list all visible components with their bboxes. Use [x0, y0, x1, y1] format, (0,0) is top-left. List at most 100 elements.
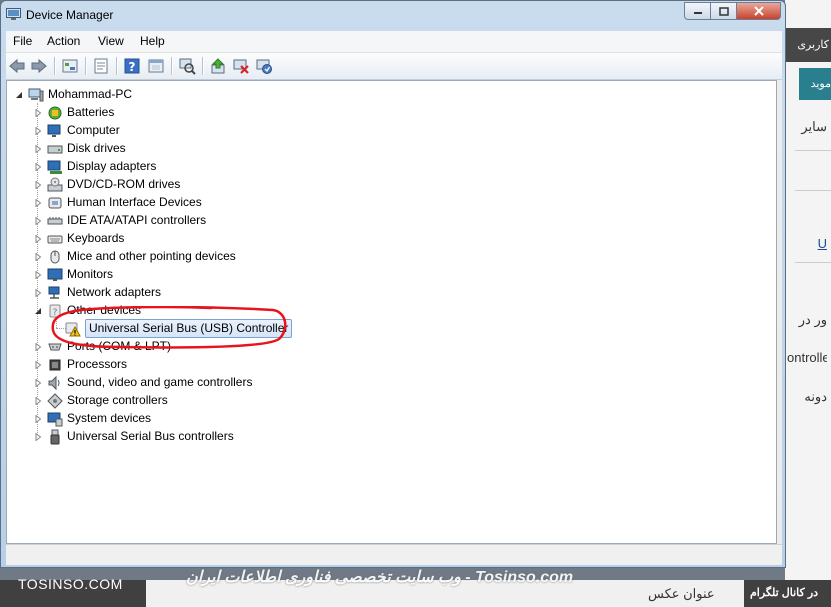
close-button[interactable]: [737, 2, 781, 20]
update-driver-icon[interactable]: [209, 57, 227, 75]
red-annotation-ellipse: [51, 306, 287, 349]
web-text: ontroller: [787, 350, 827, 365]
tree-item[interactable]: Sound, video and game controllers: [34, 374, 252, 391]
expand-arrow-icon[interactable]: [34, 270, 42, 279]
properties-icon[interactable]: [92, 57, 110, 75]
uninstall-icon[interactable]: [232, 57, 250, 75]
tree-item[interactable]: Universal Serial Bus controllers: [34, 428, 234, 445]
tree-item[interactable]: Keyboards: [34, 230, 124, 247]
processor-icon: [49, 359, 61, 370]
tree-item[interactable]: Display adapters: [34, 158, 156, 175]
tree-item-label: Human Interface Devices: [67, 195, 202, 209]
tree-item[interactable]: DVD/CD-ROM drives: [34, 176, 180, 193]
tree-item[interactable]: Computer: [34, 122, 120, 139]
back-icon[interactable]: [8, 57, 26, 75]
web-top-text: كاربری: [797, 39, 829, 51]
toolbar-separator: [54, 57, 56, 75]
menu-view[interactable]: View: [98, 34, 124, 48]
menu-help[interactable]: Help: [140, 34, 165, 48]
web-link[interactable]: U: [787, 236, 827, 251]
disk-drive-icon: [47, 145, 63, 153]
web-top-bar: كاربری: [785, 28, 831, 62]
tree-item[interactable]: IDE ATA/ATAPI controllers: [34, 212, 206, 229]
window-title: Device Manager: [26, 8, 114, 22]
expand-arrow-icon[interactable]: [34, 162, 42, 171]
tree-item-label: Batteries: [67, 105, 115, 119]
tree-item[interactable]: Processors: [34, 356, 127, 373]
tree-item-label: Processors: [67, 357, 128, 371]
storage-controller-icon: [47, 392, 63, 409]
tree-item-label: Mice and other pointing devices: [67, 249, 236, 263]
expand-arrow-icon[interactable]: [34, 180, 42, 189]
expand-arrow-icon[interactable]: [34, 108, 42, 117]
toolbar: ?: [6, 53, 782, 80]
system-devices-icon: [47, 412, 63, 426]
title-bar[interactable]: Device Manager: [1, 1, 785, 29]
expand-arrow-icon[interactable]: [34, 360, 42, 369]
keyboard-icon: [47, 235, 63, 243]
expand-arrow-icon[interactable]: [34, 198, 42, 207]
close-icon: [753, 6, 764, 16]
collapse-arrow-icon[interactable]: [34, 307, 42, 315]
tree-item-label: IDE ATA/ATAPI controllers: [67, 213, 207, 227]
toolbar-separator: [171, 57, 173, 75]
tree-item-label: Universal Serial Bus controllers: [67, 429, 234, 443]
expand-arrow-icon[interactable]: [34, 126, 42, 135]
expand-arrow-icon[interactable]: [34, 288, 42, 297]
web-teal-button[interactable]: مويد: [799, 68, 831, 100]
menu-action[interactable]: Action: [47, 34, 80, 48]
tree-item-label: Display adapters: [67, 159, 157, 173]
up-icon[interactable]: [61, 57, 79, 75]
web-text: دونه: [804, 389, 827, 404]
minimize-button[interactable]: [684, 2, 711, 20]
tree-item[interactable]: Batteries: [34, 104, 114, 121]
expand-arrow-icon[interactable]: [34, 342, 42, 351]
hid-icon: [48, 197, 62, 208]
expand-arrow-icon[interactable]: [34, 414, 42, 423]
tree-item-label: Computer: [67, 123, 120, 137]
expand-arrow-icon[interactable]: [34, 234, 42, 243]
tree-item[interactable]: Human Interface Devices: [34, 194, 202, 211]
tree-item[interactable]: System devices: [34, 410, 151, 427]
tree-item[interactable]: Mice and other pointing devices: [34, 248, 236, 265]
usb-icon: [50, 429, 60, 444]
tree-item[interactable]: Monitors: [34, 266, 113, 283]
expand-arrow-icon[interactable]: [34, 432, 42, 441]
device-manager-window: Device Manager File Action View Help ? M…: [0, 0, 786, 568]
battery-icon: [48, 106, 62, 119]
telegram-link[interactable]: در كانال تلگرام: [750, 586, 818, 599]
tree-item-label: Keyboards: [67, 231, 125, 245]
expand-arrow-icon[interactable]: [34, 396, 42, 405]
monitor-icon: [47, 268, 63, 281]
enable-device-icon[interactable]: [255, 57, 273, 75]
help-icon[interactable]: ?: [123, 57, 141, 75]
menu-bar: File Action View Help: [6, 31, 782, 53]
web-divider: [795, 190, 831, 191]
maximize-button[interactable]: [711, 2, 737, 20]
tree-item[interactable]: Network adapters: [34, 284, 161, 301]
web-footer-right[interactable]: در كانال تلگرام: [744, 580, 831, 607]
menu-file[interactable]: File: [13, 34, 32, 48]
device-manager-app-icon: [6, 8, 21, 20]
svg-text:?: ?: [129, 60, 136, 74]
computer-icon: [47, 124, 61, 137]
status-bar: [6, 544, 782, 565]
web-text: ساير: [801, 119, 827, 134]
tree-item[interactable]: Disk drives: [34, 140, 126, 157]
expand-arrow-icon[interactable]: [34, 144, 42, 153]
vertical-scrollbar[interactable]: [777, 80, 782, 544]
toolbar-separator: [116, 57, 118, 75]
forward-icon[interactable]: [30, 57, 48, 75]
collapse-arrow-icon[interactable]: [15, 91, 23, 99]
tree-item[interactable]: Storage controllers: [34, 392, 168, 409]
mouse-icon: [50, 250, 60, 263]
scan-hardware-icon[interactable]: [178, 57, 196, 75]
toolbar-separator: [202, 57, 204, 75]
expand-arrow-icon[interactable]: [34, 378, 42, 387]
dvd-drive-icon: [47, 177, 63, 191]
web-divider: [795, 150, 831, 151]
expand-arrow-icon[interactable]: [34, 252, 42, 261]
tree-root[interactable]: Mohammad-PC: [15, 86, 132, 103]
show-hidden-icon[interactable]: [147, 57, 165, 75]
expand-arrow-icon[interactable]: [34, 216, 42, 225]
